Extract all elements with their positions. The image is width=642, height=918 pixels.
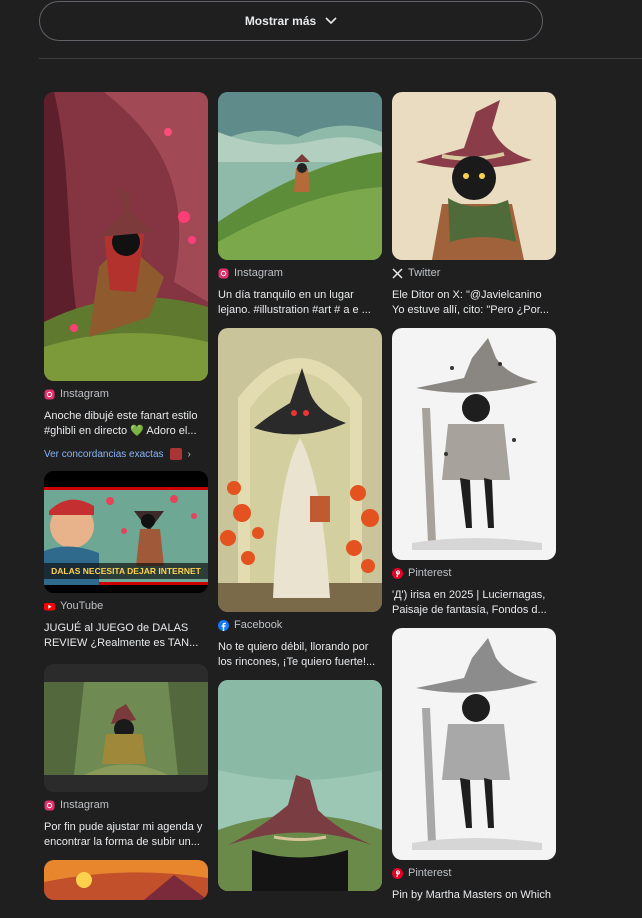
result-source: Twitter xyxy=(392,266,556,280)
result-title-line: Ele Ditor on X: "@Javielcanino xyxy=(392,289,542,301)
result-source: Pinterest xyxy=(392,566,556,580)
show-more-label: Mostrar más xyxy=(244,14,317,28)
result-title-line: Yo estuve allí, cito: "Pero ¿Por... xyxy=(392,304,549,316)
result-card[interactable] xyxy=(44,860,208,900)
result-title-line: Pin by Martha Masters on Which xyxy=(392,889,551,901)
divider xyxy=(39,58,642,59)
thumbnail-caption: DALAS NECESITA DEJAR INTERNET xyxy=(51,566,202,576)
exact-matches-label: Ver concordancias exactas xyxy=(44,448,164,460)
source-name: YouTube xyxy=(60,600,104,612)
source-name: Pinterest xyxy=(408,567,452,579)
pinterest-icon xyxy=(392,567,403,579)
result-card[interactable]: Facebook No te quiero débil, llorando po… xyxy=(218,328,382,670)
show-more-button[interactable]: Mostrar más xyxy=(39,1,543,41)
result-thumbnail[interactable] xyxy=(44,92,208,381)
result-thumbnail[interactable] xyxy=(44,860,208,900)
result-thumbnail[interactable] xyxy=(218,680,382,891)
result-thumbnail[interactable] xyxy=(392,92,556,260)
instagram-icon xyxy=(218,268,229,279)
result-source: Instagram xyxy=(44,798,208,812)
result-source: YouTube xyxy=(44,599,208,613)
pinterest-icon xyxy=(392,867,403,879)
instagram-icon xyxy=(44,800,55,811)
result-title[interactable]: Ele Ditor on X: "@Javielcanino Yo estuve… xyxy=(392,288,556,318)
source-name: Facebook xyxy=(234,619,283,631)
source-name: Instagram xyxy=(60,388,109,400)
result-card[interactable]: Twitter Ele Ditor on X: "@Javielcanino Y… xyxy=(392,92,556,318)
result-title[interactable]: 'Д') irisa en 2025 | Luciernagas, Paisaj… xyxy=(392,588,556,618)
result-title-line: 'Д') irisa en 2025 | Luciernagas, xyxy=(392,589,546,601)
result-title-line: Paisaje de fantasía, Fondos d... xyxy=(392,604,547,616)
result-source: Instagram xyxy=(218,266,382,280)
result-card[interactable]: Instagram Un día tranquilo en un lugar l… xyxy=(218,92,382,318)
result-card[interactable] xyxy=(218,680,382,891)
result-thumbnail[interactable] xyxy=(218,92,382,260)
result-thumbnail[interactable]: DALAS NECESITA DEJAR INTERNET xyxy=(44,471,208,593)
exact-match-thumbnail xyxy=(169,448,182,460)
result-card[interactable]: DALAS NECESITA DEJAR INTERNET YouTube JU… xyxy=(44,471,208,651)
source-name: Instagram xyxy=(234,267,283,279)
result-thumbnail[interactable] xyxy=(392,628,556,860)
result-title[interactable]: Por fin pude ajustar mi agenda y encontr… xyxy=(44,820,208,850)
result-thumbnail[interactable] xyxy=(44,664,208,792)
result-title-line: REVIEW ¿Realmente es TAN... xyxy=(44,637,199,649)
result-title-line: lejano. #illustration #art # a e ... xyxy=(218,304,371,316)
instagram-icon xyxy=(44,389,55,400)
source-name: Instagram xyxy=(60,799,109,811)
result-title-line: JUGUÉ al JUEGO de DALAS xyxy=(44,622,189,634)
chevron-down-icon xyxy=(325,17,337,25)
result-title[interactable]: No te quiero débil, llorando por los rin… xyxy=(218,640,382,670)
result-card[interactable]: Instagram Por fin pude ajustar mi agenda… xyxy=(44,664,208,850)
result-title[interactable]: Pin by Martha Masters on Which xyxy=(392,888,556,918)
result-title-line: encontrar la forma de subir un... xyxy=(44,836,200,848)
result-card[interactable]: Pinterest Pin by Martha Masters on Which xyxy=(392,628,556,918)
result-title-line: Anoche dibujé este fanart estilo xyxy=(44,410,198,422)
facebook-icon xyxy=(218,619,229,631)
result-card[interactable]: Instagram Anoche dibujé este fanart esti… xyxy=(44,92,208,460)
result-source: Facebook xyxy=(218,618,382,632)
result-title[interactable]: Anoche dibujé este fanart estilo #ghibli… xyxy=(44,409,208,439)
result-source: Pinterest xyxy=(392,866,556,880)
result-title-line: #ghibli en directo 💚 Adoro el... xyxy=(44,425,197,437)
chevron-right-icon: › xyxy=(187,448,191,460)
exact-matches-link[interactable]: Ver concordancias exactas › xyxy=(44,448,208,460)
result-title-line: No te quiero débil, llorando por xyxy=(218,641,369,653)
result-source: Instagram xyxy=(44,387,208,401)
result-title[interactable]: JUGUÉ al JUEGO de DALAS REVIEW ¿Realment… xyxy=(44,621,208,651)
result-title-line: Un día tranquilo en un lugar xyxy=(218,289,354,301)
result-thumbnail[interactable] xyxy=(392,328,556,560)
result-title-line: los rincones, ¡Te quiero fuerte!... xyxy=(218,656,376,668)
source-name: Pinterest xyxy=(408,867,452,879)
x-icon xyxy=(392,267,403,279)
result-title[interactable]: Un día tranquilo en un lugar lejano. #il… xyxy=(218,288,382,318)
result-title-line: Por fin pude ajustar mi agenda y xyxy=(44,821,203,833)
result-thumbnail[interactable] xyxy=(218,328,382,612)
result-card[interactable]: Pinterest 'Д') irisa en 2025 | Luciernag… xyxy=(392,328,556,618)
source-name: Twitter xyxy=(408,267,441,279)
youtube-icon xyxy=(44,601,55,612)
